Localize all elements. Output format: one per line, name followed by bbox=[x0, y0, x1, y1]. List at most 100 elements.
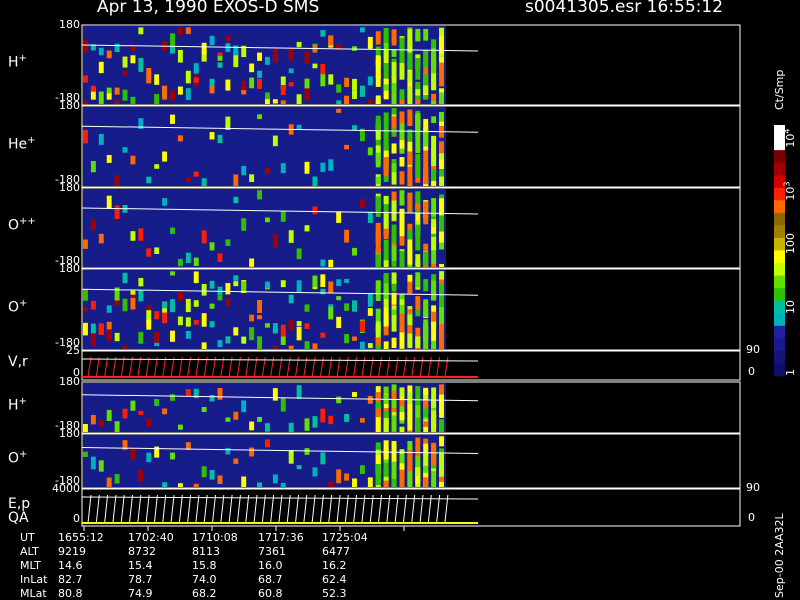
spectrogram-cell bbox=[407, 419, 413, 431]
spectrogram-cell bbox=[415, 309, 421, 317]
panel-label-text: O bbox=[8, 450, 20, 467]
colorbar-tick-exp: 3 bbox=[782, 181, 792, 187]
colorbar-tick-label: 10 bbox=[784, 300, 797, 314]
spectrogram-cell bbox=[359, 465, 365, 474]
spectrogram-cell bbox=[201, 54, 207, 62]
spectrogram-cell bbox=[407, 71, 413, 83]
spectrogram-cell bbox=[154, 247, 160, 255]
spectrogram-cell bbox=[162, 408, 168, 415]
panel-label: H+ bbox=[8, 53, 27, 71]
spectrogram-cell bbox=[146, 418, 152, 427]
spectrogram-background bbox=[83, 270, 446, 349]
spectrogram-cell bbox=[367, 36, 373, 49]
spectrogram-cell bbox=[249, 314, 255, 322]
spectrogram-cell bbox=[185, 27, 191, 34]
spectrogram-cell bbox=[367, 477, 373, 487]
spectrogram-cell bbox=[423, 400, 429, 409]
y2-max-tick: 90 bbox=[746, 481, 760, 494]
spectrogram-cell bbox=[431, 135, 437, 151]
spectrogram-cell bbox=[391, 441, 397, 462]
spectrogram-cell bbox=[170, 452, 175, 460]
spectrogram-cell bbox=[312, 176, 318, 186]
spectrogram-cell bbox=[367, 308, 373, 316]
spectrogram-cell bbox=[90, 85, 96, 92]
spectrogram-cell bbox=[415, 272, 421, 288]
spectrogram-cell bbox=[280, 398, 286, 412]
spectrogram-cell bbox=[146, 176, 152, 184]
spectrogram-cell bbox=[257, 315, 262, 320]
spectrogram-cell bbox=[177, 424, 183, 430]
spectrogram-cell bbox=[217, 253, 223, 262]
ephemeris-value: 74.9 bbox=[128, 587, 153, 600]
colorbar-tick-label: 100 bbox=[784, 233, 797, 254]
spectrogram-cell bbox=[375, 99, 381, 104]
spectrogram-cell bbox=[272, 345, 278, 349]
spectrogram-cell bbox=[225, 447, 231, 455]
spectrogram-cell bbox=[217, 62, 223, 68]
spectrogram-cell bbox=[336, 100, 342, 104]
spectrogram-cell bbox=[233, 281, 239, 287]
colorbar-tick-base: 100 bbox=[784, 233, 797, 254]
y-max-tick: 25 bbox=[66, 344, 80, 357]
panel-label-sup: + bbox=[18, 53, 27, 64]
spectrogram-cell bbox=[367, 293, 373, 307]
spectrogram-cell bbox=[391, 163, 397, 173]
spectrogram-cell bbox=[344, 98, 350, 104]
spectrogram-cell bbox=[431, 410, 437, 427]
spectrogram-cell bbox=[383, 341, 389, 349]
colorbar-tick-base: 1 bbox=[784, 369, 797, 376]
spectrogram-cell bbox=[431, 311, 437, 322]
spectrogram-cell bbox=[352, 46, 357, 51]
spectrogram-cell bbox=[201, 178, 207, 186]
spectrogram-cell bbox=[201, 466, 207, 478]
spectrogram-cell bbox=[423, 387, 429, 396]
spectrogram-cell bbox=[138, 62, 144, 72]
spectrogram-cell bbox=[367, 395, 373, 404]
spectrogram-cell bbox=[336, 44, 342, 51]
spectrogram-cell bbox=[265, 439, 270, 448]
spectrogram-cell bbox=[415, 203, 421, 211]
spectrogram-cell bbox=[138, 228, 144, 241]
spectrogram-cell bbox=[383, 27, 389, 37]
spectrogram-cell bbox=[130, 55, 136, 64]
spectrogram-cell bbox=[114, 332, 120, 342]
spectrogram-cell bbox=[146, 452, 152, 463]
spectrogram-cell bbox=[304, 418, 310, 431]
spectrogram-cell bbox=[138, 290, 144, 302]
spectrogram-cell bbox=[391, 224, 397, 243]
spectrogram-cell bbox=[407, 403, 413, 420]
y-max-tick: 180 bbox=[59, 99, 80, 112]
spectrogram-cell bbox=[106, 409, 112, 422]
spectrogram-cell bbox=[154, 94, 160, 104]
spectrogram-cell bbox=[423, 28, 429, 41]
spectrogram-cell bbox=[336, 296, 342, 301]
spectrogram-cell bbox=[304, 341, 310, 349]
spectrogram-cell bbox=[431, 73, 437, 91]
spectrogram-cell bbox=[209, 321, 215, 328]
spectrogram-cell bbox=[280, 84, 286, 95]
spectrogram-cell bbox=[154, 331, 160, 343]
spectrogram-cell bbox=[304, 50, 310, 64]
spectrogram-cell bbox=[399, 413, 405, 421]
spectrogram-cell bbox=[391, 128, 397, 136]
spectrogram-cell bbox=[288, 230, 294, 243]
spectrogram-cell bbox=[288, 450, 294, 464]
panel-label: H+ bbox=[8, 396, 27, 414]
spectrogram-cell bbox=[383, 84, 389, 91]
spectrogram-cell bbox=[90, 161, 96, 173]
colorbar-tick-base: 10 bbox=[784, 300, 797, 314]
spectrogram-cell bbox=[415, 296, 421, 312]
spectrogram-cell bbox=[280, 163, 286, 174]
panel-label: O+ bbox=[8, 298, 27, 316]
panel-label-sup: + bbox=[19, 449, 28, 460]
spectrogram-cell bbox=[257, 114, 262, 120]
spectrogram-cell bbox=[344, 144, 350, 150]
spectrogram-cell bbox=[241, 400, 247, 413]
spectrogram-cell bbox=[162, 151, 168, 162]
spectrogram-cell bbox=[90, 219, 96, 231]
spectrogram-cell bbox=[288, 82, 294, 87]
spectrogram-cell bbox=[130, 400, 136, 411]
spectrogram-cell bbox=[399, 171, 405, 185]
spectrogram-cell bbox=[367, 343, 373, 349]
spectrogram-cell bbox=[399, 469, 405, 487]
